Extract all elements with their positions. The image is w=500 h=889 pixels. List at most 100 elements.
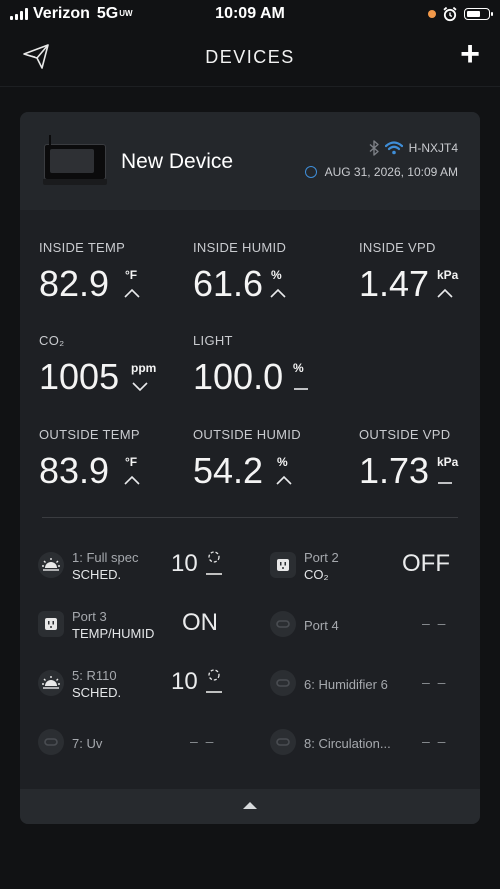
trend-down-icon — [132, 382, 148, 392]
metric-outside-temp: OUTSIDE TEMP 83.9 °F — [39, 427, 140, 493]
port-name: Port 2 — [304, 550, 339, 565]
port-5[interactable]: 5: R110 SCHED. 10 — [38, 664, 228, 704]
alarm-icon — [443, 6, 457, 22]
battery-icon — [464, 8, 493, 20]
port-8[interactable]: 8: Circulation... – – — [270, 723, 460, 763]
metric-value: 100.0 — [193, 356, 284, 397]
outlet-icon — [270, 552, 296, 578]
metric-label: INSIDE HUMID — [193, 240, 287, 255]
metric-label: INSIDE TEMP — [39, 240, 126, 255]
status-bar: Verizon 5G UW 10:09 AM — [0, 0, 500, 30]
metric-outside-humid: OUTSIDE HUMID 54.2 % — [193, 427, 301, 493]
port-7[interactable]: 7: Uv – – — [38, 723, 228, 763]
port-1[interactable]: 1: Full spec SCHED. 10 — [38, 546, 228, 586]
port-level: 10 — [171, 668, 198, 695]
metric-value: 82.9 — [39, 263, 110, 304]
port-3[interactable]: Port 3 TEMP/HUMID ON — [38, 605, 228, 645]
link-icon — [270, 729, 296, 755]
port-name: Port 4 — [304, 618, 339, 633]
device-header[interactable]: New Device H-NXJT4 AUG 31, 2026, 10:09 A… — [20, 112, 480, 210]
trend-up-icon — [124, 288, 140, 298]
section-divider — [42, 517, 458, 518]
port-state: – – — [422, 674, 448, 690]
port-mode: CO₂ — [304, 567, 329, 582]
trend-up-icon — [124, 475, 140, 485]
page-title: DEVICES — [205, 47, 295, 67]
port-mode: SCHED. — [72, 685, 122, 700]
add-device-button[interactable]: + — [460, 37, 480, 71]
wifi-icon — [384, 141, 403, 155]
port-2[interactable]: Port 2 CO₂ OFF — [270, 546, 460, 586]
metric-unit: % — [293, 361, 304, 375]
device-timestamp: AUG 31, 2026, 10:09 AM — [324, 165, 458, 179]
metric-label: LIGHT — [193, 333, 233, 348]
timer-icon — [206, 669, 222, 693]
timer-icon — [206, 551, 222, 575]
port-mode: SCHED. — [72, 567, 122, 582]
privacy-dot-icon — [428, 10, 436, 18]
metric-label: INSIDE VPD — [359, 240, 436, 255]
metric-label: OUTSIDE VPD — [359, 427, 451, 442]
port-mode: TEMP/HUMID — [72, 626, 155, 641]
metric-value: 83.9 — [39, 450, 110, 491]
controller-image — [43, 135, 107, 185]
nav-divider — [0, 86, 500, 87]
metric-inside-temp: INSIDE TEMP 82.9 °F — [39, 240, 140, 306]
sun-icon — [38, 670, 64, 696]
link-icon — [270, 670, 296, 696]
port-name: 1: Full spec — [72, 550, 139, 565]
port-name: 5: R110 — [72, 668, 117, 683]
bluetooth-icon — [369, 140, 379, 156]
metric-label: OUTSIDE TEMP — [39, 427, 140, 442]
metric-value: 1005 — [39, 356, 120, 397]
port-name: 6: Humidifier 6 — [304, 677, 388, 692]
trend-flat-icon — [294, 388, 308, 390]
port-state: – – — [422, 615, 448, 631]
sun-icon — [38, 552, 64, 578]
metric-inside-humid: INSIDE HUMID 61.6 % — [193, 240, 286, 306]
port-name: 8: Circulation... — [304, 736, 391, 751]
outlet-icon — [38, 611, 64, 637]
metric-value: 1.47 — [359, 263, 430, 304]
port-name: 7: Uv — [72, 736, 103, 751]
status-time: 10:09 AM — [215, 5, 285, 22]
device-card[interactable]: New Device H-NXJT4 AUG 31, 2026, 10:09 A… — [20, 112, 480, 824]
metric-co2: CO₂ 1005 ppm — [39, 333, 156, 399]
metric-unit: °F — [125, 455, 138, 469]
collapse-button[interactable] — [20, 789, 480, 824]
port-state: – – — [422, 733, 448, 749]
sync-status-icon — [304, 166, 317, 178]
port-level: 10 — [171, 550, 198, 577]
metric-unit: kPa — [437, 455, 459, 469]
metric-unit: °F — [125, 268, 138, 282]
port-state: ON — [182, 609, 218, 636]
port-6[interactable]: 6: Humidifier 6 – – — [270, 664, 460, 704]
metric-unit: % — [271, 268, 282, 282]
port-name: Port 3 — [72, 609, 107, 624]
metric-value: 61.6 — [193, 263, 264, 304]
device-id: H-NXJT4 — [408, 141, 458, 155]
trend-flat-icon — [438, 482, 452, 484]
link-icon — [270, 611, 296, 637]
metric-label: OUTSIDE HUMID — [193, 427, 301, 442]
metric-light: LIGHT 100.0 % — [193, 333, 308, 399]
port-state: OFF — [402, 550, 450, 577]
device-meta: H-NXJT4 AUG 31, 2026, 10:09 AM — [304, 139, 458, 181]
metric-unit: ppm — [131, 361, 157, 375]
metric-value: 1.73 — [359, 450, 430, 491]
metric-unit: kPa — [437, 268, 459, 282]
metric-unit: % — [277, 455, 288, 469]
chevron-up-icon — [243, 802, 257, 809]
port-4[interactable]: Port 4 – – — [270, 605, 460, 645]
metric-value: 54.2 — [193, 450, 264, 491]
trend-up-icon — [276, 475, 292, 485]
metric-outside-vpd: OUTSIDE VPD 1.73 kPa — [359, 427, 458, 493]
metric-label: CO₂ — [39, 333, 65, 348]
metric-inside-vpd: INSIDE VPD 1.47 kPa — [359, 240, 458, 306]
trend-up-icon — [437, 288, 453, 298]
trend-up-icon — [270, 288, 286, 298]
status-icons — [428, 6, 493, 22]
port-state: – – — [190, 733, 216, 749]
nav-bar: DEVICES + — [0, 30, 500, 85]
device-name: New Device — [121, 150, 234, 173]
